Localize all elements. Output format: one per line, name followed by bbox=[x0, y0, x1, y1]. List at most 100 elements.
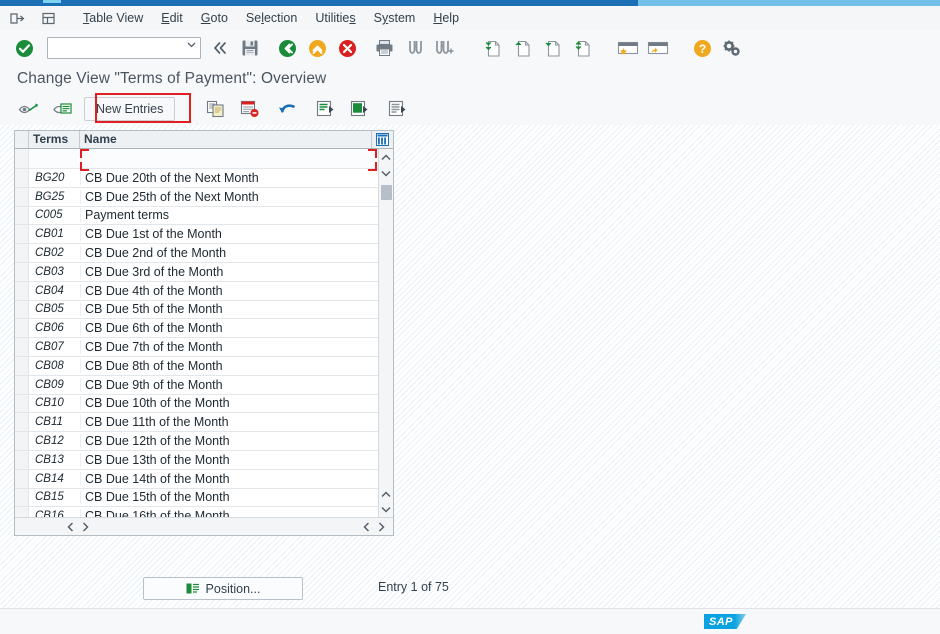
menu-item-goto[interactable]: Goto bbox=[192, 6, 237, 30]
table-row[interactable]: C005 Payment terms bbox=[15, 206, 378, 226]
enter-check-icon[interactable] bbox=[10, 33, 38, 63]
cell-name[interactable]: CB Due 14th of the Month bbox=[80, 471, 378, 486]
cell-terms[interactable]: C005 bbox=[29, 209, 80, 221]
new-session-icon[interactable] bbox=[36, 6, 62, 30]
display-change-icon[interactable] bbox=[14, 96, 44, 122]
create-session-icon[interactable] bbox=[614, 33, 642, 63]
cell-terms[interactable]: CB04 bbox=[29, 285, 80, 297]
table-row[interactable]: CB10 CB Due 10th of the Month bbox=[15, 394, 378, 414]
menu-item-system[interactable]: System bbox=[365, 6, 425, 30]
cell-terms[interactable]: CB02 bbox=[29, 247, 80, 259]
cell-name[interactable]: CB Due 8th of the Month bbox=[80, 358, 378, 373]
next-page-icon[interactable] bbox=[538, 33, 566, 63]
input-row-name[interactable] bbox=[80, 149, 378, 168]
table-input-row[interactable] bbox=[15, 149, 378, 169]
back-icon[interactable] bbox=[273, 33, 301, 63]
scroll-thumb[interactable] bbox=[381, 185, 392, 200]
row-selector[interactable] bbox=[15, 375, 29, 394]
new-entries-button[interactable]: New Entries bbox=[84, 96, 176, 121]
first-page-icon[interactable] bbox=[478, 33, 506, 63]
help-icon[interactable]: ? bbox=[688, 33, 716, 63]
column-header-terms[interactable]: Terms bbox=[29, 131, 80, 148]
cell-name[interactable]: CB Due 13th of the Month bbox=[80, 452, 378, 467]
collapse-command-field-icon[interactable] bbox=[206, 33, 234, 63]
menu-item-selection[interactable]: Selection bbox=[237, 6, 306, 30]
cell-name[interactable]: CB Due 6th of the Month bbox=[80, 321, 378, 336]
row-selector[interactable] bbox=[15, 281, 29, 300]
cell-name[interactable]: CB Due 15th of the Month bbox=[80, 490, 378, 505]
position-button[interactable]: Position... bbox=[143, 577, 303, 600]
cell-terms[interactable]: CB01 bbox=[29, 228, 80, 240]
table-row[interactable]: BG25 CB Due 25th of the Next Month bbox=[15, 187, 378, 207]
row-selector[interactable] bbox=[15, 169, 29, 187]
table-row[interactable]: CB06 CB Due 6th of the Month bbox=[15, 319, 378, 339]
menu-item-help[interactable]: Help bbox=[424, 6, 468, 30]
command-field[interactable] bbox=[47, 37, 201, 59]
cell-terms[interactable]: CB03 bbox=[29, 266, 80, 278]
select-block-icon[interactable] bbox=[311, 96, 341, 122]
cell-terms[interactable]: CB07 bbox=[29, 341, 80, 353]
row-selector[interactable] bbox=[15, 394, 29, 413]
column-header-name[interactable]: Name bbox=[80, 131, 372, 148]
row-selector[interactable] bbox=[15, 338, 29, 356]
cell-name[interactable]: CB Due 10th of the Month bbox=[80, 396, 378, 411]
cell-name[interactable]: Payment terms bbox=[80, 208, 378, 223]
row-selector-header[interactable] bbox=[15, 131, 29, 148]
cell-terms[interactable]: CB14 bbox=[29, 473, 80, 485]
save-icon[interactable] bbox=[236, 33, 264, 63]
cell-name[interactable]: CB Due 25th of the Next Month bbox=[80, 189, 378, 204]
table-row[interactable]: CB04 CB Due 4th of the Month bbox=[15, 281, 378, 301]
cell-terms[interactable]: CB08 bbox=[29, 360, 80, 372]
scroll-down-button[interactable] bbox=[379, 166, 393, 180]
cell-terms[interactable]: CB10 bbox=[29, 397, 80, 409]
chevron-down-icon[interactable] bbox=[187, 42, 196, 48]
cell-name[interactable]: CB Due 12th of the Month bbox=[80, 434, 378, 449]
cell-terms[interactable]: BG25 bbox=[29, 191, 80, 203]
row-selector[interactable] bbox=[15, 469, 29, 488]
table-row[interactable]: CB12 CB Due 12th of the Month bbox=[15, 432, 378, 451]
customize-local-layout-icon[interactable] bbox=[718, 33, 746, 63]
scroll-right-button[interactable] bbox=[78, 519, 93, 534]
scroll-left-button[interactable] bbox=[63, 519, 78, 534]
row-selector[interactable] bbox=[15, 432, 29, 450]
row-selector[interactable] bbox=[15, 187, 29, 206]
table-row[interactable]: CB07 CB Due 7th of the Month bbox=[15, 338, 378, 357]
table-row[interactable]: CB03 CB Due 3rd of the Month bbox=[15, 262, 378, 282]
table-horizontal-scrollbar[interactable] bbox=[15, 517, 393, 535]
scroll-up-button-bottom[interactable] bbox=[379, 487, 393, 501]
deselect-all-icon[interactable] bbox=[383, 96, 413, 122]
cell-terms[interactable]: CB15 bbox=[29, 491, 80, 503]
table-row[interactable]: CB16 CB Due 16th of the Month bbox=[15, 507, 378, 517]
row-selector[interactable] bbox=[15, 149, 29, 168]
row-selector[interactable] bbox=[15, 507, 29, 517]
cell-name[interactable]: CB Due 20th of the Next Month bbox=[80, 170, 378, 185]
table-row[interactable]: CB08 CB Due 8th of the Month bbox=[15, 356, 378, 376]
scroll-left-button-end[interactable] bbox=[359, 519, 374, 534]
cell-name[interactable]: CB Due 9th of the Month bbox=[80, 377, 378, 392]
exit-icon[interactable] bbox=[303, 33, 331, 63]
row-selector[interactable] bbox=[15, 206, 29, 225]
select-all-entries-icon[interactable] bbox=[345, 96, 375, 122]
cell-terms[interactable]: BG20 bbox=[29, 172, 80, 184]
table-row[interactable]: CB11 CB Due 11th of the Month bbox=[15, 413, 378, 433]
menu-item-utilities[interactable]: Utilities bbox=[306, 6, 364, 30]
cell-name[interactable]: CB Due 11th of the Month bbox=[80, 415, 378, 430]
print-icon[interactable] bbox=[370, 33, 398, 63]
menu-item-edit[interactable]: Edit bbox=[152, 6, 192, 30]
table-row[interactable]: CB05 CB Due 5th of the Month bbox=[15, 300, 378, 320]
table-row[interactable]: CB02 CB Due 2nd of the Month bbox=[15, 244, 378, 263]
row-selector[interactable] bbox=[15, 262, 29, 281]
row-selector[interactable] bbox=[15, 225, 29, 244]
select-all-icon[interactable] bbox=[48, 96, 78, 122]
row-selector[interactable] bbox=[15, 319, 29, 338]
row-selector[interactable] bbox=[15, 244, 29, 262]
cell-name[interactable]: CB Due 5th of the Month bbox=[80, 302, 378, 317]
cell-name[interactable]: CB Due 3rd of the Month bbox=[80, 264, 378, 279]
session-exit-icon[interactable] bbox=[4, 6, 30, 30]
cell-name[interactable]: CB Due 2nd of the Month bbox=[80, 246, 378, 261]
horizontal-scroll-track[interactable] bbox=[93, 519, 359, 534]
find-icon[interactable] bbox=[400, 33, 428, 63]
table-row[interactable]: CB09 CB Due 9th of the Month bbox=[15, 375, 378, 395]
menu-item-table-view[interactable]: Table View bbox=[74, 6, 152, 30]
cell-terms[interactable]: CB12 bbox=[29, 435, 80, 447]
